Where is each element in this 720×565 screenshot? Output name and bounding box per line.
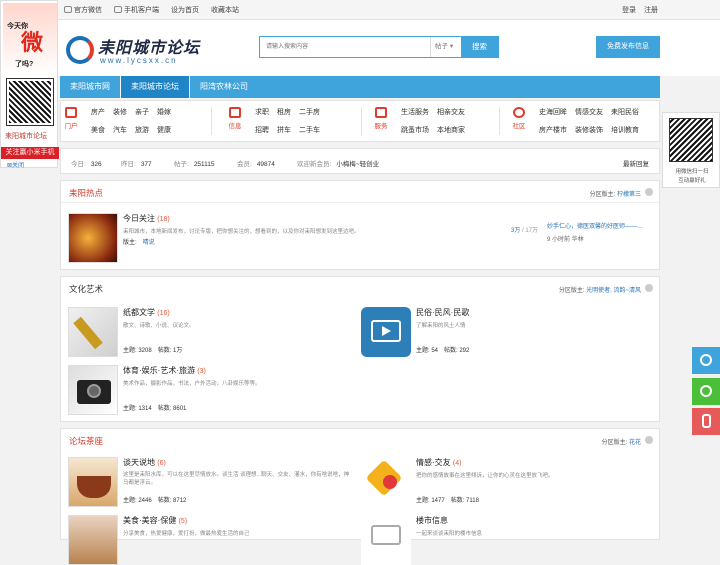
category-link[interactable]: 美食 [91, 125, 105, 135]
category-service: 服务 生活服务 相亲交友 跳蚤市场 本地商家 [374, 107, 465, 135]
category-link[interactable]: 求职 [255, 107, 269, 117]
category-link[interactable]: 培训教育 [611, 125, 639, 135]
nav-item-farm-company[interactable]: 阳湾农林公司 [190, 76, 258, 98]
category-link[interactable]: 本地商家 [437, 125, 465, 135]
tea-section: 论坛茶座 分区版主: 花花 谈天说地 (6) 这里是耒阳水库，可以在这里尽情放水… [60, 428, 660, 565]
set-homepage-link[interactable]: 设为首页 [171, 5, 199, 15]
category-link[interactable]: 生活服务 [401, 107, 429, 117]
food-icon [68, 515, 118, 565]
wechat-float-button[interactable] [692, 378, 720, 405]
site-logo[interactable]: 耒阳城市论坛 www.lycsxx.cn [66, 34, 226, 68]
arts-section: 文化艺术 分区版主: 光明使者, 流韵~清风 纸都文学 (16) 散文、诗歌、小… [60, 276, 660, 422]
wechat-icon [700, 385, 712, 397]
phone-float-button[interactable] [692, 408, 720, 435]
category-link[interactable]: 房产楼市 [539, 125, 567, 135]
post-info-button[interactable]: 免费发布信息 [596, 36, 660, 58]
qr-code-icon [669, 118, 713, 162]
category-link[interactable]: 二手车 [299, 125, 320, 135]
divider [499, 107, 500, 135]
divider [361, 107, 362, 135]
wechat-icon [64, 6, 72, 13]
category-link[interactable]: 装修装饰 [575, 125, 603, 135]
collapse-icon[interactable] [645, 436, 653, 444]
nav-item-city-forum[interactable]: 耒阳城市论坛 [120, 76, 190, 98]
logo-icon [66, 36, 94, 64]
section-title: 文化艺术 [69, 284, 104, 294]
collapse-icon[interactable] [645, 188, 653, 196]
customer-service-button[interactable] [692, 347, 720, 374]
camera-icon [68, 365, 118, 415]
wechat-link[interactable]: 官方微信 [64, 5, 102, 15]
camera-icon [361, 515, 411, 565]
phone-icon [702, 414, 711, 428]
home-icon [65, 107, 77, 118]
heart-gift-icon [361, 457, 411, 507]
pen-icon [68, 307, 118, 357]
moderator-link[interactable]: 花花 [629, 440, 641, 446]
left-ad[interactable]: 今天你 微 了吗? 耒阳城市论坛 关注赢小米手机 ⊠关闭 [0, 0, 59, 169]
moderator-link[interactable]: 光明使者, 流韵~清风 [586, 288, 641, 294]
close-ad-button[interactable]: ⊠关闭 [7, 160, 24, 169]
category-link[interactable]: 相亲交友 [437, 107, 465, 117]
chevron-down-icon: ▾ [449, 43, 454, 50]
forum-thumbnail [68, 213, 118, 263]
nav-item-city-net[interactable]: 耒阳城市网 [60, 76, 120, 98]
tea-icon [68, 457, 118, 507]
book-icon [229, 107, 241, 118]
right-qr-panel: 用微信扫一扫 互动赢好礼 [662, 112, 720, 188]
chat-icon [513, 107, 525, 118]
latest-post-link[interactable]: 妙手仁心，德医双馨的好医师——… [547, 221, 643, 230]
category-link[interactable]: 二手房 [299, 107, 320, 117]
ad-banner[interactable]: 关注赢小米手机 [1, 147, 59, 159]
category-link[interactable]: 招聘 [255, 125, 269, 135]
section-title: 论坛茶座 [69, 436, 104, 446]
category-community: 社区 史海回眸 情感交友 耒阳民俗 房产楼市 装修装饰 培训教育 [512, 107, 639, 135]
latest-replies-link[interactable]: 最新回复 [623, 158, 649, 168]
category-link[interactable]: 汽车 [113, 125, 127, 135]
category-panel: 门户 房产 装修 亲子 婚嫁 美食 汽车 旅游 健康 信息 求职 租房 二手房 … [60, 100, 660, 142]
phone-icon [114, 6, 122, 13]
search-scope-select[interactable]: 帖子 ▾ [430, 37, 463, 57]
gear-icon [375, 107, 387, 118]
divider [211, 107, 212, 135]
new-member-link[interactable]: 小梅梅~轻创业 [336, 161, 379, 168]
video-icon [361, 307, 411, 357]
category-link[interactable]: 耒阳民俗 [611, 107, 639, 117]
main-nav: 耒阳城市网 耒阳城市论坛 阳湾农林公司 [60, 76, 660, 98]
category-link[interactable]: 跳蚤市场 [401, 125, 429, 135]
category-link[interactable]: 健康 [157, 125, 171, 135]
collapse-icon[interactable] [645, 284, 653, 292]
moderator-link[interactable]: 柠檬第三 [617, 192, 641, 198]
category-link[interactable]: 史海回眸 [539, 107, 567, 117]
search-input[interactable] [260, 37, 430, 57]
category-link[interactable]: 旅游 [135, 125, 149, 135]
category-portal: 门户 房产 装修 亲子 婚嫁 美食 汽车 旅游 健康 [64, 107, 171, 135]
forum-stats: 今日: 326 昨日: 377 帖子: 251115 会员: 49874 欢迎新会员: 小… [60, 148, 660, 174]
mobile-client-link[interactable]: 手机客户端 [114, 5, 159, 15]
category-link[interactable]: 情感交友 [575, 107, 603, 117]
category-link[interactable]: 装修 [113, 107, 127, 117]
category-link[interactable]: 拼车 [277, 125, 291, 135]
search-button[interactable]: 搜索 [461, 37, 498, 57]
register-link[interactable]: 注册 [644, 5, 658, 15]
search-box: 帖子 ▾ 搜索 [259, 36, 499, 58]
category-link[interactable]: 房产 [91, 107, 105, 117]
category-link[interactable]: 亲子 [135, 107, 149, 117]
category-info: 信息 求职 租房 二手房 招聘 拼车 二手车 [228, 107, 320, 135]
section-title: 耒阳热点 [69, 188, 104, 198]
qr-code-icon [6, 78, 54, 126]
category-link[interactable]: 婚嫁 [157, 107, 171, 117]
service-icon [700, 354, 712, 366]
header: 耒阳城市论坛 www.lycsxx.cn 帖子 ▾ 搜索 免费发布信息 [0, 20, 720, 76]
login-link[interactable]: 登录 [622, 5, 636, 15]
category-link[interactable]: 租房 [277, 107, 291, 117]
hot-section: 耒阳热点 分区版主: 柠檬第三 今日关注 (18) 耒阳城市，本地新闻发布，讨论… [60, 180, 660, 270]
add-favorite-link[interactable]: 收藏本站 [211, 5, 239, 15]
top-bar: 官方微信 手机客户端 设为首页 收藏本站 登录 注册 [0, 0, 720, 20]
